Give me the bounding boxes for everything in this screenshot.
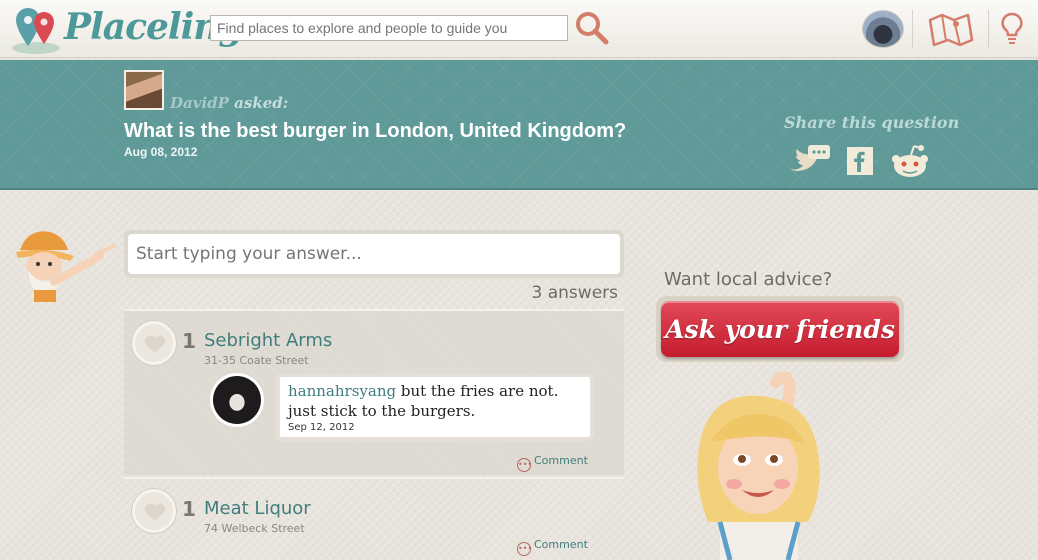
asked-label: asked: (234, 94, 289, 112)
twitter-icon (789, 145, 830, 171)
place-name-link[interactable]: Meat Liquor (204, 498, 311, 519)
share-reddit-button[interactable] (890, 142, 930, 185)
map-pin-logo-icon (12, 8, 60, 54)
share-label: Share this question (784, 113, 960, 132)
question-date: Aug 08, 2012 (124, 145, 198, 159)
asker-line: DavidP asked: (170, 94, 288, 112)
place-address: 74 Welbeck Street (204, 522, 305, 535)
answer-input-wrapper (124, 230, 624, 278)
comment-bubble: hannahrsyang but the fries are not. just… (276, 373, 594, 441)
heart-icon (145, 503, 165, 521)
place-name-link[interactable]: Sebright Arms (204, 330, 332, 351)
explorer-mascot-illustration (14, 220, 124, 304)
like-button[interactable] (132, 321, 176, 365)
commenter-avatar[interactable] (210, 373, 264, 427)
comment-link[interactable]: ••• Comment (517, 538, 588, 556)
heart-icon (145, 335, 165, 353)
lightbulb-icon (1001, 12, 1023, 44)
like-count: 1 (182, 329, 196, 353)
comment-date: Sep 12, 2012 (288, 422, 355, 433)
top-bar: Placeling (0, 0, 1038, 58)
answer-card: 1 Meat Liquor 74 Welbeck Street ••• Comme… (124, 477, 624, 560)
comment-icon: ••• (517, 458, 532, 472)
comment-link[interactable]: ••• Comment (517, 454, 588, 472)
ask-friends-button[interactable]: Ask your friends (661, 301, 899, 357)
user-avatar[interactable] (862, 10, 904, 48)
ask-friends-wrapper: Ask your friends (656, 296, 904, 362)
share-facebook-button[interactable] (846, 146, 874, 183)
want-advice-heading: Want local advice? (664, 269, 833, 290)
search-input[interactable] (210, 15, 568, 41)
share-twitter-button[interactable] (784, 143, 832, 184)
facebook-icon (847, 147, 873, 175)
pointing-girl-illustration (680, 364, 860, 560)
map-button[interactable] (926, 10, 976, 48)
answers-count: 3 answers (531, 283, 618, 303)
reddit-icon (892, 145, 928, 177)
comment-link-label: Comment (534, 538, 588, 551)
placeling-logo[interactable]: Placeling (8, 2, 244, 56)
commenter-name-link[interactable]: hannahrsyang (288, 382, 396, 400)
like-count: 1 (182, 497, 196, 521)
comment-text: hannahrsyang but the fries are not. just… (288, 381, 582, 421)
asker-name[interactable]: DavidP (170, 94, 229, 112)
divider (988, 10, 989, 48)
ideas-button[interactable] (998, 10, 1026, 48)
answer-input[interactable] (128, 234, 620, 274)
answer-card: 1 Sebright Arms 31-35 Coate Street hanna… (124, 309, 624, 475)
comment-link-label: Comment (534, 454, 588, 467)
like-button[interactable] (132, 489, 176, 533)
map-icon (928, 13, 974, 47)
question-title: What is the best burger in London, Unite… (124, 120, 627, 142)
place-address: 31-35 Coate Street (204, 354, 309, 367)
search-icon (576, 12, 609, 45)
divider (912, 10, 913, 48)
comment-icon: ••• (517, 542, 532, 556)
asker-avatar[interactable] (124, 70, 164, 110)
search-button[interactable] (574, 10, 610, 46)
